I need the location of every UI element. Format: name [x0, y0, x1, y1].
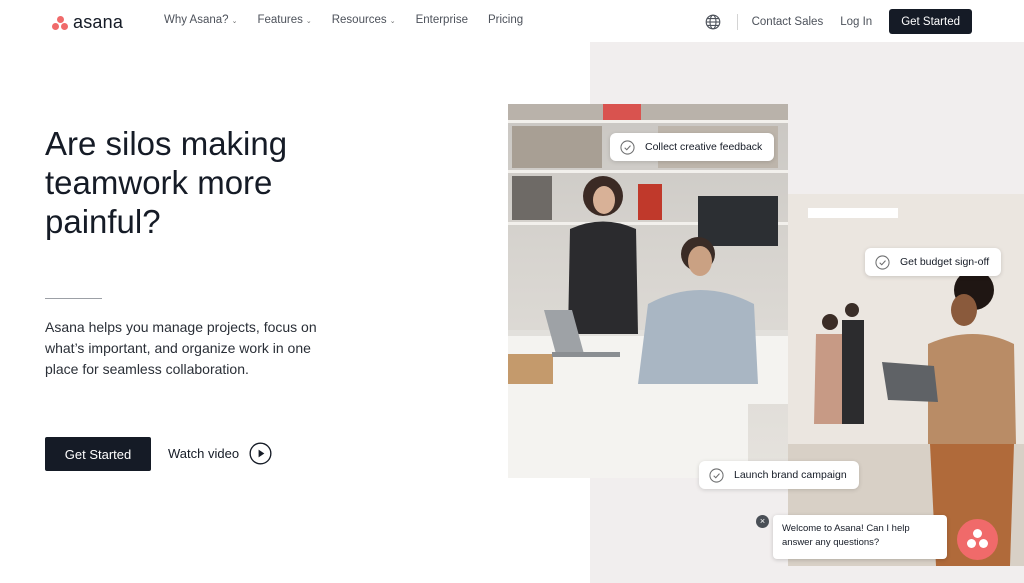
get-started-nav-button[interactable]: Get Started: [889, 9, 972, 34]
chat-close-icon[interactable]: ×: [756, 515, 769, 528]
menu-item-label: Resources: [331, 14, 387, 26]
check-circle-icon: [709, 467, 724, 483]
check-circle-icon: [875, 254, 890, 270]
task-tag-creative-feedback: Collect creative feedback: [610, 133, 775, 161]
watch-video-label: Watch video: [168, 446, 240, 461]
chat-message-text: Welcome to Asana! Can I help answer any …: [782, 523, 910, 548]
chat-logo-dot: [979, 539, 988, 548]
main-menu: Why Asana? ⌄ Features ⌄ Resources ⌄ Ente…: [164, 14, 543, 26]
hero-subtitle: Asana helps you manage projects, focus o…: [45, 319, 317, 377]
menu-item-label: Enterprise: [415, 14, 468, 26]
contact-sales-link[interactable]: Contact Sales: [752, 16, 824, 28]
globe-icon[interactable]: [705, 14, 721, 30]
asana-logo-icon: [52, 15, 68, 30]
login-link[interactable]: Log In: [840, 16, 872, 28]
asana-logo[interactable]: asana: [52, 12, 123, 33]
chat-logo-dot: [973, 529, 982, 538]
menu-item-features[interactable]: Features ⌄: [257, 14, 311, 26]
task-tag-brand-campaign: Launch brand campaign: [699, 461, 859, 489]
menu-item-pricing[interactable]: Pricing: [488, 14, 523, 26]
menu-item-label: Pricing: [487, 14, 524, 26]
top-nav: asana Why Asana? ⌄ Features ⌄ Resources …: [0, 0, 1024, 42]
task-tag-label: Get budget sign-off: [900, 256, 990, 268]
logo-wordmark: asana: [73, 12, 124, 32]
play-icon: [249, 442, 272, 465]
menu-item-why-asana[interactable]: Why Asana? ⌄: [164, 14, 237, 26]
hero-title: Are silos making teamwork more painful?: [45, 125, 288, 240]
menu-item-label: Why Asana?: [164, 14, 229, 26]
chevron-down-icon: ⌄: [389, 18, 396, 25]
nav-actions: Contact Sales Log In Get Started: [705, 9, 972, 34]
chat-launcher-button[interactable]: [957, 519, 998, 560]
nav-divider: [736, 13, 738, 30]
chat-logo-dot: [967, 539, 976, 548]
check-circle-icon: [620, 139, 635, 155]
task-tag-budget-signoff: Get budget sign-off: [865, 248, 1002, 276]
task-tag-label: Launch brand campaign: [734, 469, 847, 481]
get-started-button[interactable]: Get Started: [45, 437, 151, 471]
menu-item-enterprise[interactable]: Enterprise: [416, 14, 468, 26]
task-tag-label: Collect creative feedback: [645, 141, 763, 153]
menu-item-label: Features: [257, 14, 303, 26]
chevron-down-icon: ⌄: [305, 18, 312, 25]
chat-welcome-message[interactable]: Welcome to Asana! Can I help answer any …: [773, 515, 947, 559]
watch-video-button[interactable]: Watch video: [168, 442, 272, 465]
menu-item-resources[interactable]: Resources ⌄: [332, 14, 396, 26]
chevron-down-icon: ⌄: [231, 18, 238, 25]
hero-divider: [45, 298, 102, 299]
